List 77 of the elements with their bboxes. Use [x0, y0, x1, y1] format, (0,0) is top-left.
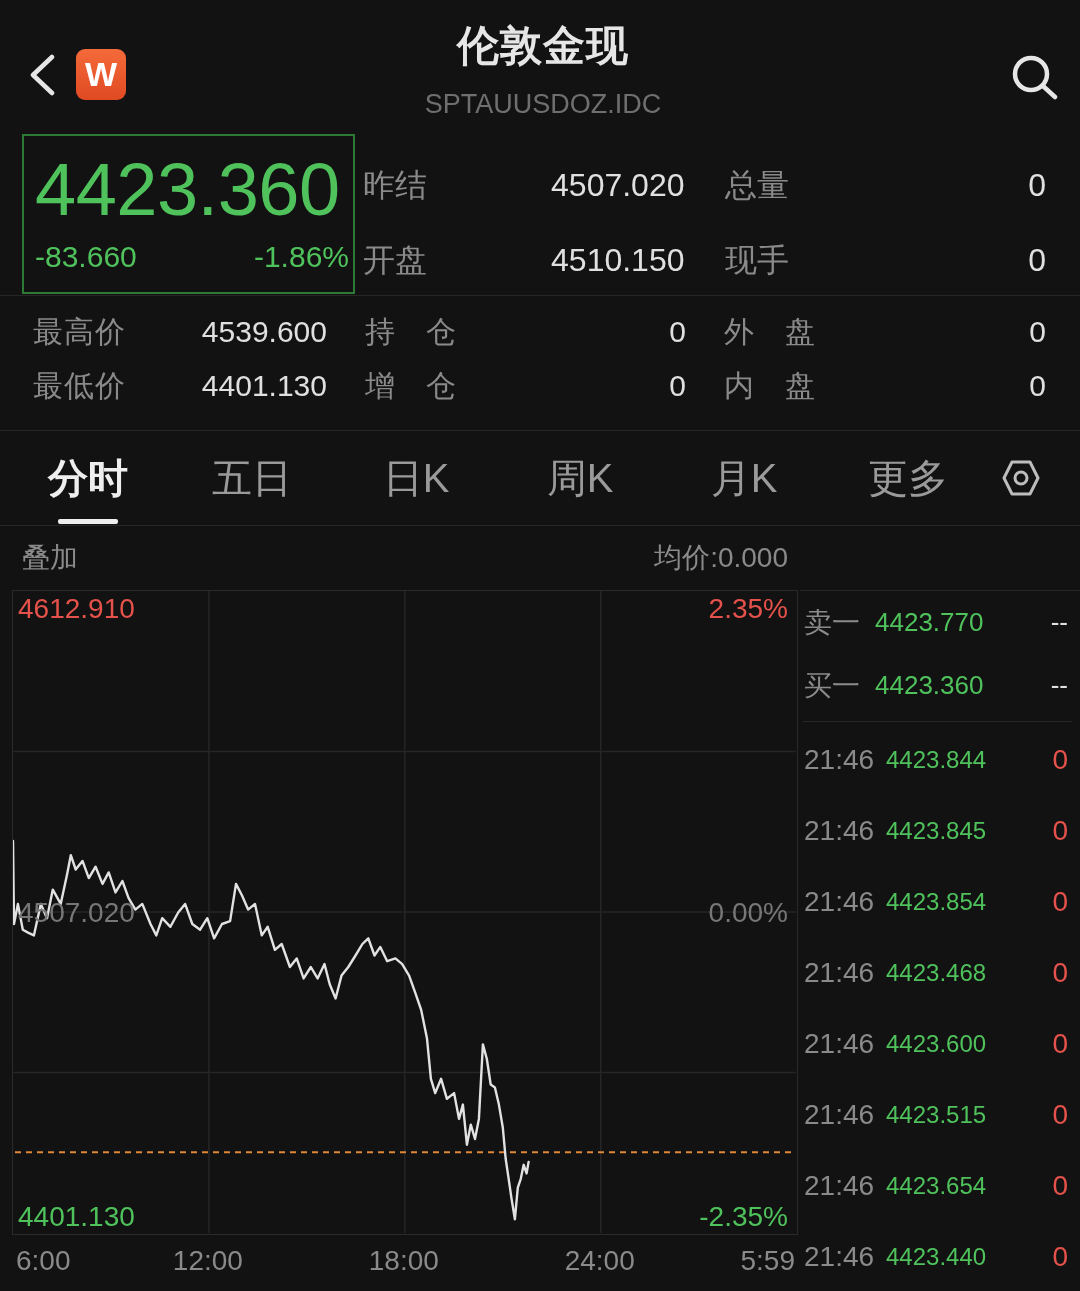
chart-tab[interactable]: 日K — [334, 431, 498, 525]
trade-volume: 0 — [1052, 1169, 1068, 1202]
time-axis-label: 5:59 — [740, 1244, 795, 1278]
book-label: 卖一 — [804, 605, 861, 640]
price-axis-label: 4612.910 — [17, 591, 136, 626]
stat-label: 总量 — [724, 165, 789, 205]
stat-value: 4510.150 — [551, 242, 685, 279]
trade-time: 21:46 — [804, 1240, 876, 1273]
stat-label: 持 仓 — [365, 313, 457, 350]
stat-value: 4401.130 — [201, 369, 327, 403]
percent-axis-label: 2.35% — [707, 591, 789, 626]
trade-volume: 0 — [1052, 814, 1068, 847]
trade-time: 21:46 — [804, 1169, 876, 1202]
trade-volume: 0 — [1052, 885, 1068, 918]
trade-price: 4423.600 — [886, 1029, 987, 1058]
stat-value: 0 — [1028, 242, 1046, 279]
chevron-left-icon[interactable] — [28, 53, 56, 96]
price-axis-label: 4401.130 — [17, 1199, 136, 1234]
stat-label: 最高价 — [33, 313, 125, 350]
trade-price: 4423.440 — [886, 1242, 987, 1271]
stat-label: 最低价 — [33, 367, 125, 404]
page-title: 伦敦金现 — [457, 21, 629, 71]
trade-price: 4423.854 — [886, 887, 987, 916]
trade-price: 4423.844 — [886, 745, 987, 774]
stat-value: 4539.600 — [201, 315, 327, 349]
overlay-toggle[interactable]: 叠加 — [22, 539, 78, 577]
book-label: 买一 — [804, 668, 861, 703]
trade-price: 4423.515 — [886, 1100, 987, 1129]
trade-volume: 0 — [1052, 1027, 1068, 1060]
stat-label: 现手 — [724, 240, 789, 280]
trade-time: 21:46 — [804, 1098, 876, 1131]
percent-axis-label: -2.35% — [698, 1199, 789, 1234]
stat-value: 0 — [669, 315, 686, 349]
app-logo: W — [76, 49, 126, 100]
stat-value: 0 — [669, 369, 686, 403]
trade-time: 21:46 — [804, 885, 876, 918]
stat-label: 外 盘 — [724, 313, 816, 350]
trade-time: 21:46 — [804, 1027, 876, 1060]
trade-price: 4423.654 — [886, 1171, 987, 1200]
chart-tab[interactable]: 分时 — [6, 431, 170, 525]
chart-tab[interactable]: 月K — [662, 431, 826, 525]
percent-change: -1.86% — [253, 239, 349, 275]
settings-icon[interactable] — [1002, 460, 1040, 496]
stat-value: 0 — [1028, 167, 1046, 204]
symbol-code: SPTAUUSDOZ.IDC — [424, 88, 662, 121]
trade-price: 4423.845 — [886, 816, 987, 845]
trade-volume: 0 — [1052, 956, 1068, 989]
price-change: -83.660 — [35, 239, 137, 275]
average-price-label: 均价:0.000 — [654, 541, 788, 575]
chart-tab[interactable]: 周K — [498, 431, 662, 525]
book-price: 4423.360 — [875, 670, 984, 701]
book-volume: -- — [1050, 607, 1068, 638]
stat-label: 开盘 — [363, 240, 427, 280]
stat-value: 0 — [1029, 315, 1046, 349]
time-axis-label: 24:00 — [564, 1244, 635, 1278]
stat-label: 昨结 — [363, 165, 427, 205]
trade-volume: 0 — [1052, 743, 1068, 776]
time-axis-label: 18:00 — [368, 1244, 439, 1278]
chart-tab[interactable]: 更多 — [826, 431, 990, 525]
trade-time: 21:46 — [804, 956, 876, 989]
trade-volume: 0 — [1052, 1098, 1068, 1131]
chart-tab[interactable]: 五日 — [170, 431, 334, 525]
trade-volume: 0 — [1052, 1240, 1068, 1273]
stat-label: 内 盘 — [724, 367, 816, 404]
time-axis-label: 12:00 — [172, 1244, 243, 1278]
time-axis-label: 6:00 — [16, 1244, 71, 1278]
last-price: 4423.360 — [35, 147, 341, 233]
trade-time: 21:46 — [804, 814, 876, 847]
stat-value: 0 — [1029, 369, 1046, 403]
stat-label: 增 仓 — [365, 367, 457, 404]
book-volume: -- — [1050, 670, 1068, 701]
stat-value: 4507.020 — [551, 167, 685, 204]
search-icon[interactable] — [1010, 54, 1058, 100]
percent-axis-label: 0.00% — [707, 895, 789, 930]
book-price: 4423.770 — [875, 607, 984, 638]
trade-time: 21:46 — [804, 743, 876, 776]
trade-price: 4423.468 — [886, 958, 987, 987]
